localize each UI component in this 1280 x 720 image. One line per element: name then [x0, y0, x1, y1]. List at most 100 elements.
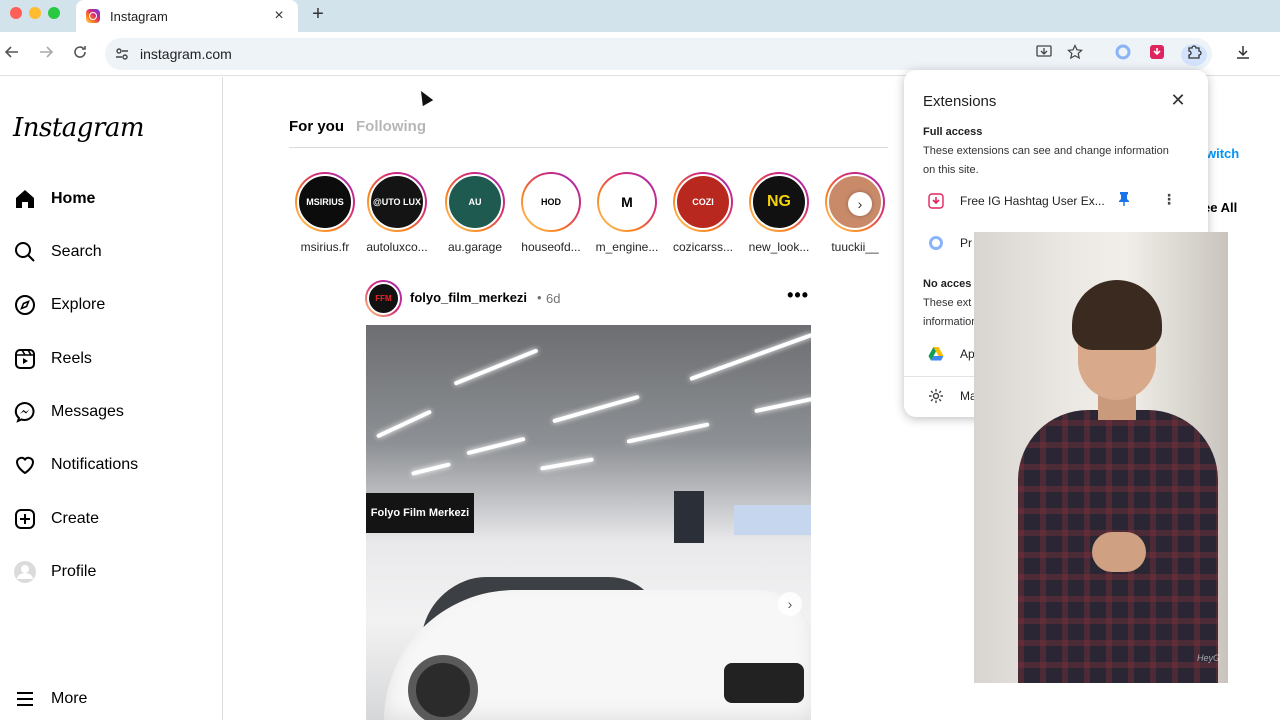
download-box-icon: [928, 193, 944, 209]
ceiling-light: [552, 394, 640, 424]
ceiling-light: [626, 422, 710, 444]
story-username: tuuckii__: [831, 240, 879, 254]
tab-for-you[interactable]: For you: [289, 118, 344, 135]
extension-row[interactable]: Free IG Hashtag User Ex... ⋮: [904, 187, 1208, 215]
plus-square-icon: [13, 507, 37, 531]
back-icon[interactable]: [2, 44, 22, 65]
post-header: FFM folyo_film_merkezi • 6d •••: [365, 280, 811, 317]
kebab-menu-icon[interactable]: ⋮: [1162, 191, 1176, 208]
ceiling-light: [466, 436, 526, 456]
story-username: msirius.fr: [300, 240, 350, 254]
story-ring: MSIRIUS: [295, 172, 355, 232]
tab-close-icon[interactable]: ×: [270, 7, 288, 25]
extension-name: Ap: [960, 347, 975, 361]
story-ring: M: [597, 172, 657, 232]
story-ring: HOD: [521, 172, 581, 232]
more-options-icon[interactable]: •••: [787, 285, 809, 306]
sidebar-item-label: Search: [51, 243, 102, 260]
sidebar-item-more[interactable]: More: [13, 685, 87, 713]
see-all-link[interactable]: ee All: [1203, 200, 1237, 215]
story-username: m_engine...: [595, 240, 659, 254]
post-username[interactable]: folyo_film_merkezi: [410, 290, 527, 305]
story-avatar: @UTO LUX: [369, 174, 425, 230]
close-window-button[interactable]: [10, 7, 22, 19]
story-item[interactable]: HOD houseofd...: [515, 172, 587, 254]
reels-icon: [13, 347, 37, 371]
minimize-window-button[interactable]: [29, 7, 41, 19]
sidebar-item-reels[interactable]: Reels: [13, 345, 92, 373]
sidebar-item-label: Profile: [51, 563, 97, 580]
sidebar-item-home[interactable]: Home: [13, 185, 95, 213]
mouse-cursor-icon: [415, 88, 434, 107]
story-username: au.garage: [447, 240, 503, 254]
sidebar-item-label: Explore: [51, 296, 106, 313]
instagram-sidebar: Instagram Home Search Explore Reels Mess…: [0, 77, 223, 720]
instagram-favicon-icon: [86, 9, 100, 23]
sidebar-item-label: Home: [51, 190, 96, 207]
full-access-heading: Full access: [923, 126, 983, 138]
story-item[interactable]: NG new_look...: [743, 172, 815, 254]
story-username: new_look...: [748, 240, 810, 254]
google-drive-icon: [928, 347, 944, 361]
presenter-hands: [1092, 532, 1146, 572]
maximize-window-button[interactable]: [48, 7, 60, 19]
hamburger-icon: [13, 687, 37, 711]
site-info-icon[interactable]: [113, 45, 131, 63]
sidebar-item-search[interactable]: Search: [13, 238, 102, 266]
story-item[interactable]: @UTO LUX autoluxco...: [361, 172, 433, 254]
instagram-logo[interactable]: Instagram: [13, 113, 145, 143]
hashtag-extension-icon[interactable]: [1146, 44, 1168, 66]
reload-icon[interactable]: [70, 44, 90, 65]
story-avatar: M: [599, 174, 655, 230]
close-icon[interactable]: ✕: [1168, 90, 1188, 111]
sidebar-item-explore[interactable]: Explore: [13, 291, 105, 319]
story-avatar: HOD: [523, 174, 579, 230]
install-app-icon[interactable]: [1034, 44, 1054, 64]
sidebar-item-label: Reels: [51, 350, 92, 367]
heart-icon: [13, 453, 37, 477]
post-image[interactable]: Folyo Film Merkezi ›: [366, 325, 811, 720]
ceiling-light: [689, 332, 811, 382]
address-bar[interactable]: instagram.com: [105, 38, 1212, 70]
ceiling-light: [540, 457, 594, 471]
sidebar-item-notifications[interactable]: Notifications: [13, 451, 138, 479]
url-text[interactable]: instagram.com: [140, 46, 232, 62]
pin-icon[interactable]: [1118, 191, 1130, 210]
circle-icon: [929, 236, 943, 250]
story-ring: @UTO LUX: [367, 172, 427, 232]
switch-account-link[interactable]: witch: [1206, 146, 1239, 161]
forward-icon[interactable]: [36, 44, 56, 65]
story-ring: NG: [749, 172, 809, 232]
sidebar-item-messages[interactable]: Messages: [13, 398, 124, 426]
story-item[interactable]: MSIRIUS msirius.fr: [289, 172, 361, 254]
bookmark-star-icon[interactable]: [1065, 44, 1085, 64]
wall-banner: [734, 505, 811, 535]
story-item[interactable]: COZI cozicarss...: [667, 172, 739, 254]
presenter-video-overlay: HeyG: [974, 232, 1228, 683]
sidebar-item-create[interactable]: Create: [13, 505, 99, 533]
story-ring: AU: [445, 172, 505, 232]
browser-tab[interactable]: Instagram ×: [76, 0, 298, 32]
compass-icon: [13, 293, 37, 317]
extensions-puzzle-icon[interactable]: [1181, 44, 1207, 66]
sidebar-item-profile[interactable]: Profile: [13, 558, 96, 586]
chevron-right-icon[interactable]: ›: [778, 592, 802, 616]
story-avatar: AU: [447, 174, 503, 230]
extensions-title: Extensions: [923, 93, 997, 110]
ceiling-light: [453, 348, 539, 386]
car-wheel: [408, 655, 478, 720]
chevron-right-icon[interactable]: ›: [848, 192, 872, 216]
story-item[interactable]: AU au.garage: [439, 172, 511, 254]
ceiling-light: [754, 396, 811, 414]
avatar-icon: [13, 560, 37, 584]
ceiling-light: [375, 409, 433, 439]
stories-tray: MSIRIUS msirius.fr @UTO LUX autoluxco...…: [289, 172, 889, 262]
downloads-icon[interactable]: [1232, 44, 1254, 66]
sidebar-item-label: Messages: [51, 403, 124, 420]
tab-following[interactable]: Following: [356, 118, 426, 135]
post-avatar[interactable]: FFM: [365, 280, 402, 317]
new-tab-button[interactable]: +: [308, 3, 328, 26]
extension-circle-icon[interactable]: [1112, 44, 1134, 66]
post-age[interactable]: 6d: [546, 291, 560, 306]
story-item[interactable]: M m_engine...: [591, 172, 663, 254]
